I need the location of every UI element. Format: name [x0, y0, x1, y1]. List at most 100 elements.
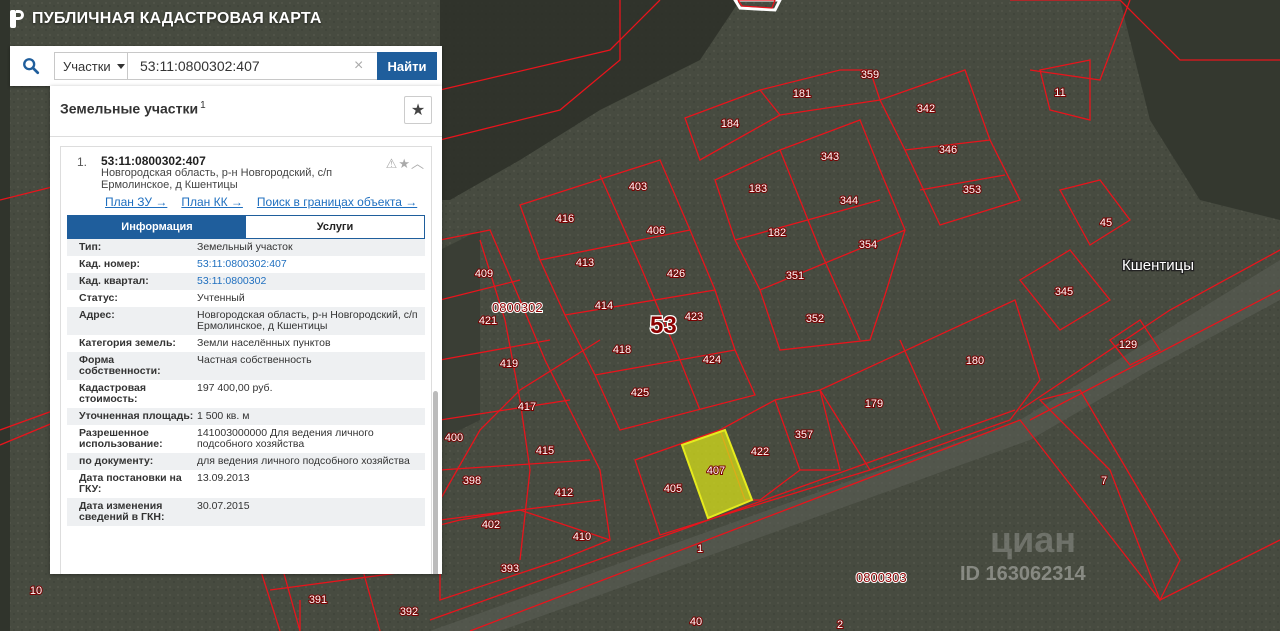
star-icon: ★ [410, 102, 426, 119]
info-table: Тип: Земельный участок Кад. номер: 53:11:08… [67, 239, 425, 526]
tab-information[interactable]: Информация [68, 216, 246, 238]
info-row: Кад. номер: 53:11:0800302:407 [67, 256, 425, 273]
parcel-label[interactable]: 402 [481, 518, 501, 532]
info-value: 30.07.2015 [197, 500, 250, 512]
info-value[interactable]: 53:11:0800302:407 [197, 259, 425, 270]
parcel-label[interactable]: 40 [689, 615, 703, 629]
result-cad-number[interactable]: 53:11:0800302:407 [101, 154, 206, 168]
search-bar: Участки × Найти [10, 46, 442, 86]
search-in-bounds-link[interactable]: Поиск в границах объекта → [257, 195, 417, 209]
parcel-label[interactable]: 392 [399, 605, 419, 619]
parcel-label[interactable]: 2 [836, 618, 844, 631]
find-button[interactable]: Найти [377, 52, 437, 80]
info-key: по документу: [79, 455, 154, 467]
parcel-label[interactable]: 409 [474, 267, 494, 281]
parcel-label[interactable]: 407 [706, 464, 726, 478]
info-row: Тип: Земельный участок [67, 239, 425, 256]
parcel-label[interactable]: 403 [628, 180, 648, 194]
info-key: Статус: [79, 292, 118, 304]
district-label: 53 [650, 312, 677, 339]
parcel-label[interactable]: 426 [666, 267, 686, 281]
warning-icon[interactable]: ⚠ [386, 156, 399, 171]
collapse-icon[interactable]: ︿ [411, 156, 425, 171]
card-actions[interactable]: ⚠★︿ [386, 153, 425, 172]
village-label: Кшентицы [1122, 257, 1194, 274]
watermark-text: ID 163062314 [960, 563, 1087, 585]
parcel-label[interactable]: 415 [535, 444, 555, 458]
parcel-label[interactable]: 7 [1100, 474, 1108, 488]
plan-kk-link[interactable]: План КК → [181, 195, 243, 209]
parcel-label[interactable]: 416 [555, 212, 575, 226]
parcel-label[interactable]: 424 [702, 353, 722, 367]
panel-scrollbar[interactable] [433, 391, 438, 574]
info-value: 141003000000 Для ведения личного подсобн… [197, 427, 374, 450]
parcel-label[interactable]: 400 [444, 431, 464, 445]
parcel-label[interactable]: 10 [29, 584, 43, 598]
favorites-button[interactable]: ★ [404, 96, 432, 124]
result-tabs: Информация Услуги [67, 215, 425, 239]
parcel-label[interactable]: 391 [308, 593, 328, 607]
app-header: ПУБЛИЧНАЯ КАДАСТРОВАЯ КАРТА [10, 10, 322, 28]
parcel-label[interactable]: 418 [612, 343, 632, 357]
parcel-label[interactable]: 406 [646, 224, 666, 238]
results-count: 1 [200, 100, 206, 111]
info-row: Дата постановки на ГКУ: 13.09.2013 [67, 470, 425, 498]
parcel-label[interactable]: 405 [663, 482, 683, 496]
parcel-label[interactable]: 345 [1054, 285, 1074, 299]
parcel-label[interactable]: 359 [860, 68, 880, 82]
result-index: 1. [77, 155, 88, 169]
parcel-label[interactable]: 410 [572, 530, 592, 544]
parcel-label[interactable]: 417 [517, 400, 537, 414]
info-value: Частная собственность [197, 354, 312, 366]
parcel-label[interactable]: 129 [1118, 338, 1138, 352]
parcel-label[interactable]: 419 [499, 357, 519, 371]
parcel-label[interactable]: 421 [478, 314, 498, 328]
parcel-label[interactable]: 182 [767, 226, 787, 240]
parcel-label[interactable]: 184 [720, 117, 740, 131]
parcel-label[interactable]: 1 [696, 542, 704, 556]
info-row: Разрешенное использование: 141003000000 Д… [67, 425, 425, 453]
quarter-label-0800302: 0800302 [492, 300, 543, 315]
parcel-label[interactable]: 11 [1053, 86, 1066, 100]
parcel-label[interactable]: 413 [575, 256, 595, 270]
search-icon[interactable] [10, 46, 52, 86]
info-value: для ведения личного подсобного хозяйства [197, 455, 410, 467]
parcel-label[interactable]: 45 [1099, 216, 1113, 230]
parcel-label[interactable]: 425 [630, 386, 650, 400]
parcel-label[interactable]: 342 [916, 102, 936, 116]
parcel-label[interactable]: 343 [820, 150, 840, 164]
tab-services[interactable]: Услуги [246, 216, 424, 238]
parcel-label[interactable]: 354 [858, 238, 878, 252]
parcel-label[interactable]: 393 [500, 562, 520, 576]
parcel-label[interactable]: 180 [965, 354, 985, 368]
parcel-label[interactable]: 346 [938, 143, 958, 157]
parcel-label[interactable]: 183 [748, 182, 768, 196]
parcel-label[interactable]: 344 [839, 194, 859, 208]
info-value[interactable]: 53:11:0800302 [197, 276, 425, 287]
info-row: Уточненная площадь: 1 500 кв. м [67, 408, 425, 425]
search-input[interactable] [128, 52, 378, 80]
plan-zu-link[interactable]: План ЗУ → [105, 195, 167, 209]
info-key: Дата постановки на ГКУ: [79, 472, 182, 495]
parcel-label[interactable]: 398 [462, 474, 482, 488]
info-value: Учтенный [197, 292, 245, 304]
parcel-label[interactable]: 179 [864, 397, 884, 411]
parcel-label[interactable]: 414 [594, 299, 614, 313]
info-row: по документу: для ведения личного подсобн… [67, 453, 425, 470]
info-row: Кадастровая стоимость: 197 400,00 руб. [67, 380, 425, 408]
parcel-label[interactable]: 351 [785, 269, 805, 283]
info-key: Тип: [79, 241, 102, 253]
info-key: Кад. квартал: [79, 275, 149, 287]
parcel-label[interactable]: 422 [750, 445, 770, 459]
info-value: Земли населённых пунктов [197, 337, 331, 349]
search-type-select[interactable]: Участки [54, 52, 128, 80]
clear-icon[interactable]: × [354, 57, 363, 75]
parcel-label[interactable]: 412 [554, 486, 574, 500]
star-outline-icon[interactable]: ★ [398, 156, 411, 171]
parcel-label[interactable]: 423 [684, 310, 704, 324]
parcel-label[interactable]: 352 [805, 312, 825, 326]
parcel-label[interactable]: 181 [792, 87, 812, 101]
parcel-label[interactable]: 357 [794, 428, 814, 442]
parcel-label[interactable]: 353 [962, 183, 982, 197]
info-key: Форма собственности: [79, 354, 161, 377]
